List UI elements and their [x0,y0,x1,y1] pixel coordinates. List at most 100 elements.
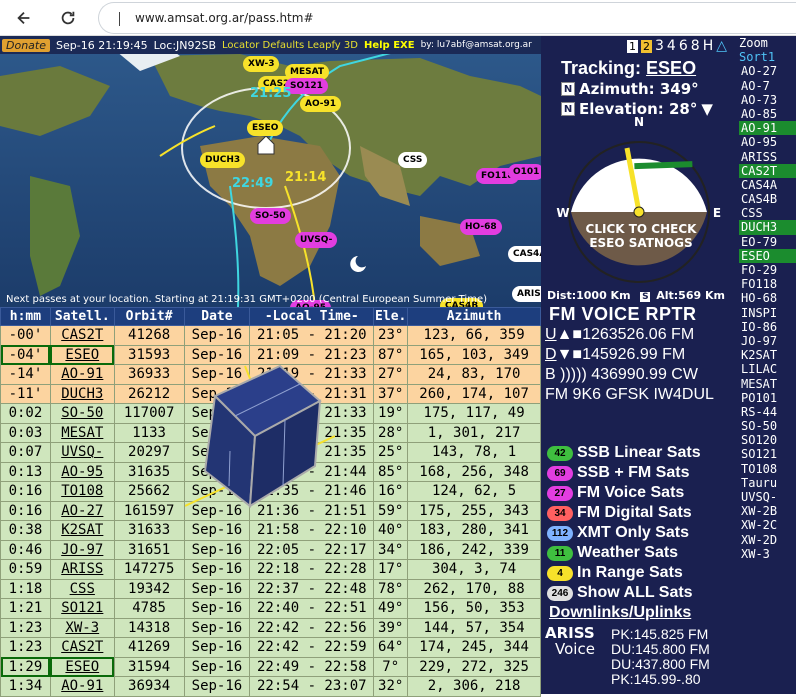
author-email[interactable]: by: lu7abf@amsat.org.ar [421,40,532,50]
satellite-cell[interactable]: MESAT [49,422,115,443]
category-filter[interactable]: 34 FM Digital Sats [547,504,692,522]
satellite-list-item[interactable]: SO-50 [739,419,796,433]
col-satellite[interactable]: Satell. [49,307,115,326]
table-row[interactable]: 1:34 AO-91 36934 Sep-16 22:54 - 23:07 32° 2, 3… [0,676,541,697]
downlinks-uplinks-link[interactable]: Downlinks/Uplinks [549,604,691,622]
satellite-list-item[interactable]: PO101 [739,391,796,405]
satellite-cell[interactable]: K2SAT [49,520,115,541]
category-filter[interactable]: 112 XMT Only Sats [547,524,689,542]
map-satellite-label[interactable]: O101 [508,164,541,180]
satellite-cell[interactable]: TO108 [49,481,115,502]
satellite-list-item[interactable]: JO-97 [739,334,796,348]
satellite-cell[interactable]: SO-50 [49,403,115,424]
tab-6[interactable]: 6 [679,38,688,54]
cubesat-image[interactable] [185,356,335,516]
satellite-list-item[interactable]: CAS4A [739,178,796,192]
satellite-list-item[interactable]: HO-68 [739,291,796,305]
map-satellite-label[interactable]: DUCH3 [200,152,246,168]
address-url[interactable]: www.amsat.org.ar/pass.htm# [135,11,314,25]
table-row[interactable]: 1:18 CSS 19342 Sep-16 22:37 - 22:48 78° 262, 1… [0,578,541,599]
sort-button[interactable]: Sort1 [737,50,796,64]
satellite-list-item[interactable]: EO-79 [739,235,796,249]
table-row[interactable]: 0:38 K2SAT 31633 Sep-16 21:58 - 22:10 40° 183,… [0,520,541,541]
satellite-cell[interactable]: ESEO [49,656,115,677]
col-elevation[interactable]: Ele. [373,307,409,326]
satellite-list-item[interactable]: INSPI [739,306,796,320]
map-satellite-label[interactable]: ARISS [512,286,541,302]
satellite-list-item[interactable]: MESAT [739,377,796,391]
satellite-list-item[interactable]: LILAC [739,362,796,376]
satellite-list-item[interactable]: XW-2B [739,504,796,518]
table-row[interactable]: 1:21 SO121 4785 Sep-16 22:40 - 22:51 49° 156, … [0,598,541,619]
satellite-cell[interactable]: DUCH3 [49,383,115,404]
satellite-list-item[interactable]: XW-2C [739,518,796,532]
satellite-list-item[interactable]: TO108 [739,462,796,476]
satellite-list-item[interactable]: ARISS [739,150,796,164]
satellite-cell[interactable]: XW-3 [49,617,115,638]
world-map[interactable]: Donate Sep-16 21:19:45 Loc:JN92SB Locato… [0,36,541,307]
satellite-list-item[interactable]: AO-7 [739,79,796,93]
satellite-list-item[interactable]: AO-73 [739,93,796,107]
table-row[interactable]: -00' CAS2T 41268 Sep-16 21:05 - 21:20 23° 123,… [0,325,541,346]
satellite-cell[interactable]: AO-91 [49,364,115,385]
satellite-cell[interactable]: ESEO [49,344,115,365]
satellite-cell[interactable]: JO-97 [49,539,115,560]
table-row[interactable]: 1:23 CAS2T 41269 Sep-16 22:42 - 22:59 64° 174,… [0,637,541,658]
uplink-label[interactable]: U [545,326,557,343]
north-toggle-icon[interactable]: N [561,102,575,116]
tab-3[interactable]: 3 [655,38,664,54]
category-filter[interactable]: 4 In Range Sats [547,564,683,582]
satellite-list-item[interactable]: K2SAT [739,348,796,362]
satellite-cell[interactable]: CAS2T [49,637,115,658]
satnogs-link[interactable]: CLICK TO CHECK ESEO SATNOGS [581,222,701,250]
col-orbit[interactable]: Orbit# [113,307,185,326]
satellite-list-item[interactable]: FO-29 [739,263,796,277]
options-links[interactable]: Locator Defaults Leapfy 3D [222,40,358,51]
satellite-list-item[interactable]: UVSQ- [739,490,796,504]
category-filter[interactable]: 11 Weather Sats [547,544,678,562]
satellite-cell[interactable]: UVSQ- [49,442,115,463]
satellite-cell[interactable]: AO-27 [49,500,115,521]
satellite-cell[interactable]: CSS [49,578,115,599]
satellite-list-item[interactable]: AO-27 [739,64,796,78]
table-row[interactable]: 0:46 JO-97 31651 Sep-16 22:05 - 22:17 34° 186,… [0,539,541,560]
address-bar[interactable]: www.amsat.org.ar/pass.htm# [98,2,796,34]
satellite-list-item[interactable]: Tauru [739,476,796,490]
map-satellite-label[interactable]: AO-91 [300,96,342,112]
category-filter[interactable]: 42 SSB Linear Sats [547,444,701,462]
help-link[interactable]: Help EXE [364,40,415,51]
table-row[interactable]: 1:23 XW-3 14318 Sep-16 22:42 - 22:56 39° 144, … [0,617,541,638]
satellite-list-item[interactable]: RS-44 [739,405,796,419]
satellite-list-item[interactable]: XW-3 [739,547,796,561]
col-hmm[interactable]: h:mm [0,307,51,326]
satellite-list-item[interactable]: AO-91 [739,121,796,136]
map-satellite-label[interactable]: UVSQ- [295,232,338,248]
zoom-button[interactable]: Zoom [737,36,796,50]
tab-h[interactable]: H [703,38,714,54]
north-toggle-icon[interactable]: N [561,82,575,96]
satellite-list-item[interactable]: AO-95 [739,135,796,149]
satellite-list-item[interactable]: ESEO [739,248,796,263]
satellite-cell[interactable]: CAS2T [49,325,115,346]
downlink-label[interactable]: D [545,346,557,363]
tab-1[interactable]: 1 [627,39,638,53]
table-row[interactable]: 0:59 ARISS 147275 Sep-16 22:18 - 22:28 17° 304… [0,559,541,580]
tab-4[interactable]: 4 [667,38,676,54]
donate-button[interactable]: Donate [2,38,50,52]
category-filter[interactable]: 69 SSB + FM Sats [547,464,689,482]
reload-button[interactable] [54,4,82,32]
satellite-list-item[interactable]: CAS2T [739,163,796,178]
map-satellite-label[interactable]: CAS4A [508,246,541,262]
map-satellite-label[interactable]: CSS [398,152,428,168]
map-satellite-label[interactable]: ESEO [247,120,284,136]
satellite-cell[interactable]: AO-91 [49,676,115,697]
map-satellite-label[interactable]: HO-68 [460,219,502,235]
compass-dial[interactable]: N W E [541,116,737,304]
satellite-cell[interactable]: AO-95 [49,461,115,482]
col-local-time[interactable]: -Local Time- [249,307,375,326]
table-row[interactable]: 1:29 ESEO 31594 Sep-16 22:49 - 22:58 7° 229, 2… [0,656,541,677]
satellite-list-item[interactable]: FO118 [739,277,796,291]
satellite-cell[interactable]: ARISS [49,559,115,580]
satellite-list-item[interactable]: SO120 [739,433,796,447]
satellite-list-item[interactable]: XW-2D [739,533,796,547]
